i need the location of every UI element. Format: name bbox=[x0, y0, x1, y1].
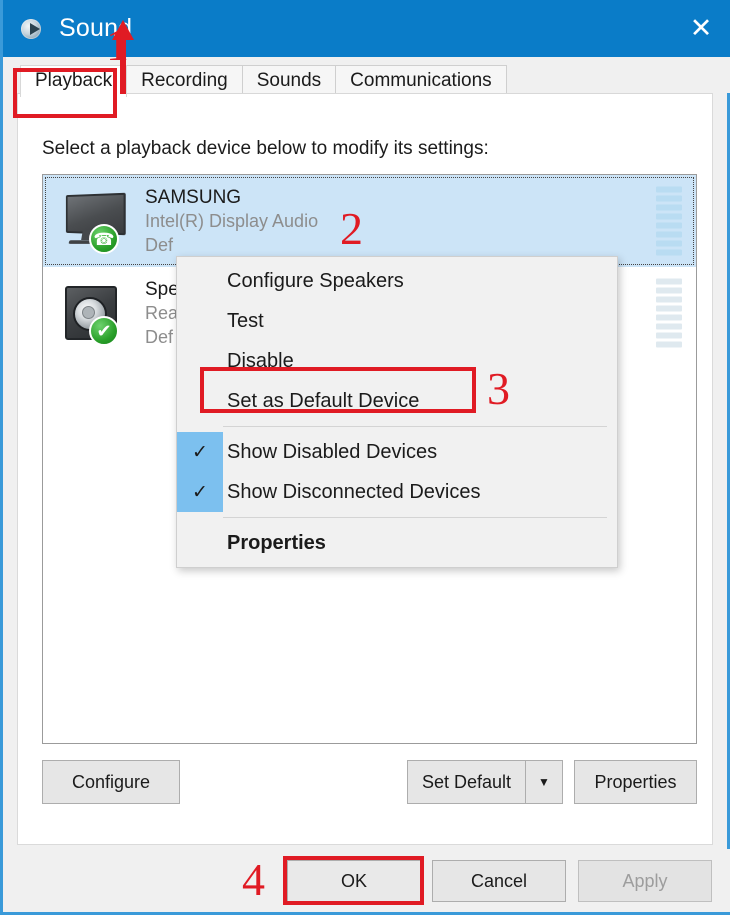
device-action-buttons: Configure Set Default ▼ Properties bbox=[42, 760, 697, 808]
menu-item-label: Show Disconnected Devices bbox=[227, 480, 481, 503]
speaker-icon bbox=[19, 16, 45, 42]
menu-separator bbox=[223, 426, 607, 427]
device-driver: Intel(R) Display Audio bbox=[145, 210, 319, 231]
device-list-item[interactable]: ☎ SAMSUNG Intel(R) Display Audio Def bbox=[43, 175, 696, 267]
menu-item-label: Disable bbox=[227, 349, 294, 372]
window-title: Sound bbox=[59, 14, 133, 42]
tab-playback[interactable]: Playback bbox=[20, 65, 128, 97]
cancel-button[interactable]: Cancel bbox=[432, 860, 566, 902]
monitor-icon: ☎ bbox=[55, 186, 133, 256]
device-name: SAMSUNG bbox=[145, 186, 242, 208]
apply-button[interactable]: Apply bbox=[578, 860, 712, 902]
menu-item-label: Configure Speakers bbox=[227, 269, 404, 292]
menu-item-properties[interactable]: Properties bbox=[177, 523, 617, 563]
speaker-device-icon: ✔ bbox=[55, 278, 133, 348]
menu-item-set-as-default-device[interactable]: Set as Default Device bbox=[177, 381, 617, 421]
device-status: Def bbox=[145, 234, 174, 255]
menu-item-configure-speakers[interactable]: Configure Speakers bbox=[177, 261, 617, 301]
check-icon: ✓ bbox=[177, 432, 223, 472]
tab-strip: Playback Recording Sounds Communications bbox=[6, 57, 730, 97]
menu-check-gutter bbox=[177, 341, 223, 381]
set-default-split-button: Set Default ▼ bbox=[407, 760, 563, 804]
menu-item-disable[interactable]: Disable bbox=[177, 341, 617, 381]
close-icon[interactable]: ✕ bbox=[669, 0, 730, 57]
volume-meter bbox=[656, 278, 682, 348]
menu-item-show-disabled-devices[interactable]: ✓ Show Disabled Devices bbox=[177, 432, 617, 472]
menu-check-gutter bbox=[177, 261, 223, 301]
sound-dialog-screenshot: Sound ✕ Playback Recording Sounds Commun… bbox=[0, 0, 730, 915]
properties-button[interactable]: Properties bbox=[574, 760, 697, 804]
configure-button[interactable]: Configure bbox=[42, 760, 180, 804]
device-status: Def bbox=[145, 326, 174, 347]
phone-badge-icon: ☎ bbox=[89, 224, 119, 254]
menu-check-gutter bbox=[177, 523, 223, 563]
context-menu: Configure Speakers Test Disable Set as D… bbox=[176, 256, 618, 568]
menu-check-gutter bbox=[177, 381, 223, 421]
dialog-footer: OK Cancel Apply bbox=[6, 849, 730, 912]
prompt-text: Select a playback device below to modify… bbox=[42, 138, 489, 159]
title-bar: Sound ✕ bbox=[3, 0, 730, 57]
menu-item-label: Properties bbox=[227, 531, 326, 554]
check-badge-icon: ✔ bbox=[89, 316, 119, 346]
volume-meter bbox=[656, 186, 682, 256]
check-icon: ✓ bbox=[177, 472, 223, 512]
ok-button[interactable]: OK bbox=[287, 860, 421, 902]
menu-item-label: Set as Default Device bbox=[227, 389, 420, 412]
menu-item-test[interactable]: Test bbox=[177, 301, 617, 341]
chevron-down-icon[interactable]: ▼ bbox=[525, 760, 563, 804]
menu-item-show-disconnected-devices[interactable]: ✓ Show Disconnected Devices bbox=[177, 472, 617, 512]
menu-separator bbox=[223, 517, 607, 518]
device-driver: Rea bbox=[145, 302, 179, 323]
set-default-button[interactable]: Set Default bbox=[407, 760, 525, 804]
menu-item-label: Test bbox=[227, 309, 264, 332]
menu-item-label: Show Disabled Devices bbox=[227, 440, 438, 463]
device-name: Spe bbox=[145, 278, 179, 300]
menu-check-gutter bbox=[177, 301, 223, 341]
